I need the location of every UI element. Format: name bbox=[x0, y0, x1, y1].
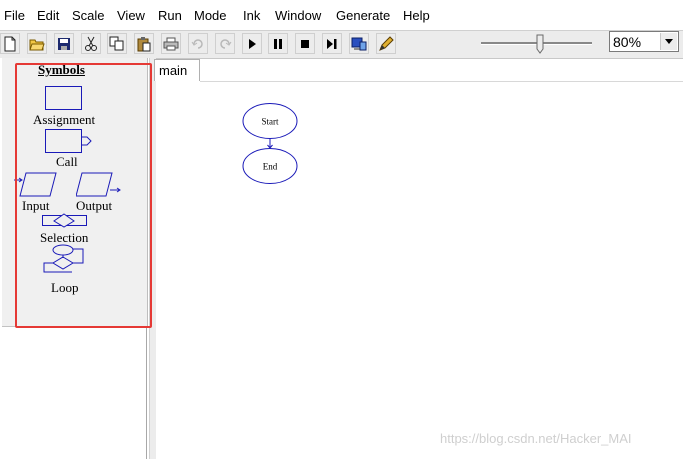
open-file-button[interactable] bbox=[27, 33, 47, 54]
paste-icon bbox=[137, 36, 151, 51]
pause-button[interactable] bbox=[268, 33, 288, 54]
zoom-slider[interactable] bbox=[476, 33, 598, 55]
save-button[interactable] bbox=[54, 33, 74, 54]
redo-icon bbox=[220, 38, 232, 49]
scissors-icon bbox=[85, 36, 97, 51]
flow-arrow bbox=[267, 138, 273, 149]
flowchart: Start End bbox=[242, 103, 298, 184]
print-button[interactable] bbox=[161, 33, 181, 54]
pen-tool-button[interactable] bbox=[376, 33, 396, 54]
monitor-icon bbox=[351, 37, 367, 50]
save-icon bbox=[58, 37, 70, 50]
open-folder-icon bbox=[29, 39, 45, 50]
flowchart-canvas[interactable]: Start End bbox=[156, 82, 683, 459]
zoom-value: 80% bbox=[613, 34, 642, 50]
zoom-slider-track bbox=[481, 34, 592, 54]
menu-help[interactable]: Help bbox=[403, 8, 430, 24]
menu-generate[interactable]: Generate bbox=[336, 8, 390, 24]
step-icon bbox=[327, 38, 337, 49]
start-node-label: Start bbox=[262, 117, 279, 127]
stop-button[interactable] bbox=[295, 33, 315, 54]
end-node-label: End bbox=[263, 162, 278, 172]
pen-icon bbox=[379, 35, 394, 51]
watermark-text: https://blog.csdn.net/Hacker_MAI bbox=[440, 431, 632, 446]
undo-icon bbox=[191, 38, 203, 49]
menu-window[interactable]: Window bbox=[275, 8, 321, 24]
redo-button[interactable] bbox=[215, 33, 235, 54]
new-file-button[interactable] bbox=[0, 33, 20, 54]
tab-main[interactable]: main bbox=[154, 59, 200, 81]
new-file-icon bbox=[4, 36, 16, 51]
watch-panel bbox=[0, 327, 147, 459]
paste-button[interactable] bbox=[134, 33, 154, 54]
tab-main-label: main bbox=[159, 63, 188, 78]
stop-icon bbox=[301, 39, 309, 48]
run-button[interactable] bbox=[242, 33, 262, 54]
play-icon bbox=[249, 38, 256, 49]
undo-button[interactable] bbox=[188, 33, 208, 54]
menu-file[interactable]: File bbox=[4, 8, 25, 24]
copy-icon bbox=[109, 36, 124, 51]
menu-scale[interactable]: Scale bbox=[72, 8, 105, 24]
printer-icon bbox=[163, 37, 179, 50]
menu-bar: File Edit Scale View Run Mode Ink Window… bbox=[0, 0, 683, 30]
copy-button[interactable] bbox=[107, 33, 127, 54]
pause-icon bbox=[274, 38, 282, 49]
zoom-select[interactable]: 80% bbox=[609, 31, 679, 52]
end-node[interactable]: End bbox=[242, 148, 298, 184]
menu-view[interactable]: View bbox=[117, 8, 145, 24]
menu-mode[interactable]: Mode bbox=[194, 8, 227, 24]
zoom-slider-thumb bbox=[536, 34, 544, 54]
highlight-box bbox=[15, 63, 152, 328]
cut-button[interactable] bbox=[81, 33, 101, 54]
debug-window-button[interactable] bbox=[349, 33, 369, 54]
start-node[interactable]: Start bbox=[242, 103, 298, 139]
step-button[interactable] bbox=[322, 33, 342, 54]
menu-ink[interactable]: Ink bbox=[243, 8, 260, 24]
chevron-down-icon[interactable] bbox=[660, 33, 677, 50]
menu-run[interactable]: Run bbox=[158, 8, 182, 24]
menu-edit[interactable]: Edit bbox=[37, 8, 59, 24]
